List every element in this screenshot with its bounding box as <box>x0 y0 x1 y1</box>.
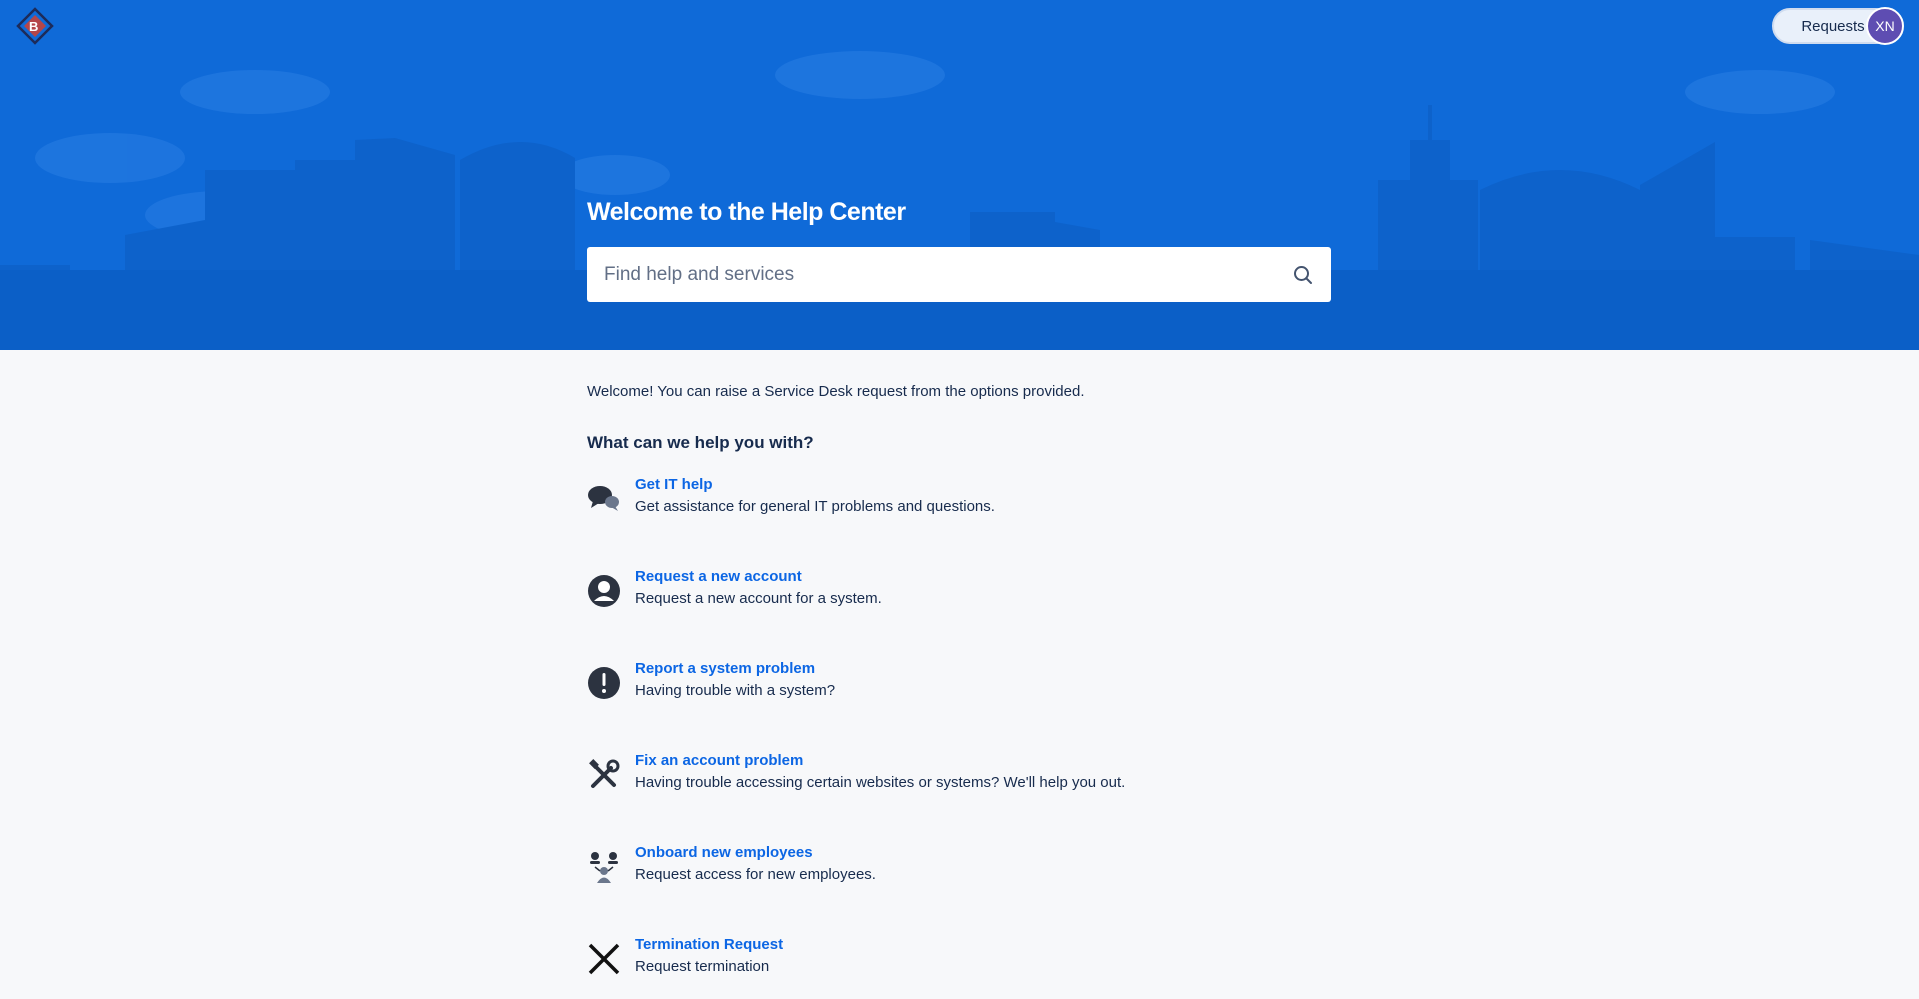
company-logo-icon: B <box>16 7 54 45</box>
request-type-description: Request a new account for a system. <box>635 590 882 607</box>
request-type-description: Get assistance for general IT problems a… <box>635 498 995 515</box>
request-type-get-it-help[interactable]: Get IT help Get assistance for general I… <box>587 476 1287 536</box>
company-logo[interactable]: B <box>15 6 55 46</box>
request-type-description: Having trouble with a system? <box>635 682 836 699</box>
request-type-name[interactable]: Onboard new employees <box>635 844 813 861</box>
request-type-name[interactable]: Fix an account problem <box>635 752 803 769</box>
search-icon[interactable] <box>1291 263 1315 287</box>
request-type-onboard-employees[interactable]: Onboard new employees Request access for… <box>587 844 1287 904</box>
page-title: Welcome to the Help Center <box>587 198 906 226</box>
request-type-name[interactable]: Termination Request <box>635 936 783 953</box>
request-type-description: Request termination <box>635 958 770 975</box>
tools-icon <box>589 759 620 788</box>
search-box <box>587 247 1331 302</box>
close-x-icon <box>588 943 620 975</box>
request-type-termination[interactable]: Termination Request Request termination <box>587 936 1287 996</box>
help-center-page: B Requests XN Welcome to the Help Center… <box>0 0 1919 999</box>
people-icon <box>590 852 618 883</box>
chat-bubbles-icon <box>588 486 619 511</box>
hero-banner: B Requests XN Welcome to the Help Center <box>0 0 1919 350</box>
request-type-name[interactable]: Request a new account <box>635 568 802 585</box>
user-avatar[interactable]: XN <box>1866 7 1904 45</box>
request-type-description: Request access for new employees. <box>635 866 876 883</box>
exclamation-icon <box>588 667 620 699</box>
welcome-message: Welcome! You can raise a Service Desk re… <box>587 383 1085 400</box>
request-type-new-account[interactable]: Request a new account Request a new acco… <box>587 568 1287 628</box>
request-type-description: Having trouble accessing certain website… <box>635 774 1126 791</box>
section-title: What can we help you with? <box>587 433 814 452</box>
user-account-icon <box>588 575 620 607</box>
svg-text:B: B <box>29 19 38 34</box>
request-type-name[interactable]: Report a system problem <box>635 660 815 677</box>
request-type-report-system-problem[interactable]: Report a system problem Having trouble w… <box>587 660 1287 720</box>
request-type-fix-account-problem[interactable]: Fix an account problem Having trouble ac… <box>587 752 1287 812</box>
request-type-name[interactable]: Get IT help <box>635 476 713 493</box>
search-input[interactable] <box>587 247 1267 302</box>
